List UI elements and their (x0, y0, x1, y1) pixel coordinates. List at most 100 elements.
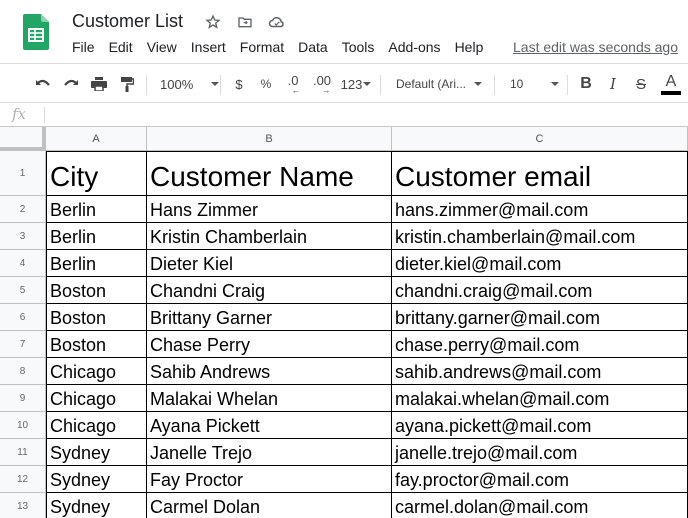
font-family-value: Default (Ari... (396, 77, 467, 91)
zoom-value: 100% (160, 76, 194, 92)
decrease-decimal-button[interactable]: .0 ← (283, 65, 303, 103)
row-header[interactable]: 13 (0, 493, 46, 518)
chevron-down-icon (474, 82, 483, 86)
table-cell[interactable]: sahib.andrews@mail.com (392, 358, 688, 385)
text-color-swatch (661, 90, 681, 95)
percent-format-button[interactable]: % (257, 65, 275, 103)
table-cell[interactable]: dieter.kiel@mail.com (392, 250, 688, 277)
header-cell[interactable]: Customer Name (147, 151, 392, 196)
star-icon[interactable] (203, 12, 223, 32)
row-header[interactable]: 11 (0, 439, 46, 466)
row-header[interactable]: 2 (0, 196, 46, 223)
column-header-c[interactable]: C (392, 127, 688, 151)
table-cell[interactable]: brittany.garner@mail.com (392, 304, 688, 331)
row-header[interactable]: 4 (0, 250, 46, 277)
table-cell[interactable]: Boston (46, 304, 147, 331)
table-cell[interactable]: Sahib Andrews (147, 358, 392, 385)
more-formats-label: 123 (340, 76, 363, 92)
table-cell[interactable]: Chicago (46, 412, 147, 439)
chevron-down-icon (551, 82, 560, 86)
menu-tools[interactable]: Tools (342, 39, 375, 55)
print-icon (91, 77, 107, 91)
formula-input[interactable] (50, 103, 688, 127)
row-header[interactable]: 5 (0, 277, 46, 304)
undo-icon (36, 79, 50, 86)
table-cell[interactable]: Berlin (46, 196, 147, 223)
row-header[interactable]: 9 (0, 385, 46, 412)
zoom-select[interactable]: 100% (160, 65, 220, 103)
table-cell[interactable]: Sydney (46, 466, 147, 493)
undo-button[interactable] (33, 65, 53, 103)
table-cell[interactable]: chandni.craig@mail.com (392, 277, 688, 304)
table-cell[interactable]: carmel.dolan@mail.com (392, 493, 688, 518)
table-cell[interactable]: Chicago (46, 385, 147, 412)
table-cell[interactable]: hans.zimmer@mail.com (392, 196, 688, 223)
menu-format[interactable]: Format (240, 39, 284, 55)
table-cell[interactable]: Janelle Trejo (147, 439, 392, 466)
menu-addons[interactable]: Add-ons (388, 39, 440, 55)
header-cell[interactable]: City (46, 151, 147, 196)
table-cell[interactable]: Ayana Pickett (147, 412, 392, 439)
more-formats-button[interactable]: 123 (340, 65, 372, 103)
table-cell[interactable]: Boston (46, 277, 147, 304)
table-cell[interactable]: kristin.chamberlain@mail.com (392, 223, 688, 250)
font-family-select[interactable]: Default (Ari... (396, 65, 488, 103)
menu-help[interactable]: Help (455, 39, 484, 55)
table-cell[interactable]: Berlin (46, 250, 147, 277)
row-header[interactable]: 6 (0, 304, 46, 331)
row-header[interactable]: 8 (0, 358, 46, 385)
table-cell[interactable]: Sydney (46, 439, 147, 466)
table-cell[interactable]: Hans Zimmer (147, 196, 392, 223)
text-color-button[interactable]: A (660, 65, 682, 103)
table-cell[interactable]: Berlin (46, 223, 147, 250)
italic-button[interactable]: I (604, 65, 622, 103)
table-cell[interactable]: Brittany Garner (147, 304, 392, 331)
table-cell[interactable]: Malakai Whelan (147, 385, 392, 412)
table-cell[interactable]: Carmel Dolan (147, 493, 392, 518)
table-cell[interactable]: Sydney (46, 493, 147, 518)
row-header[interactable]: 3 (0, 223, 46, 250)
font-size-value: 10 (510, 77, 524, 91)
paint-format-button[interactable] (117, 65, 137, 103)
table-cell[interactable]: Dieter Kiel (147, 250, 392, 277)
formula-divider (44, 107, 45, 123)
menu-insert[interactable]: Insert (191, 39, 226, 55)
table-cell[interactable]: Fay Proctor (147, 466, 392, 493)
select-all-corner[interactable] (0, 127, 46, 151)
table-cell[interactable]: fay.proctor@mail.com (392, 466, 688, 493)
row-header[interactable]: 12 (0, 466, 46, 493)
table-cell[interactable]: Chandni Craig (147, 277, 392, 304)
table-cell[interactable]: Boston (46, 331, 147, 358)
print-button[interactable] (89, 65, 109, 103)
redo-button[interactable] (61, 65, 81, 103)
table-cell[interactable]: chase.perry@mail.com (392, 331, 688, 358)
header: Customer List File Edit View Insert Form… (0, 0, 688, 64)
font-size-select[interactable]: 10 (510, 65, 568, 103)
menu-file[interactable]: File (72, 39, 95, 55)
table-cell[interactable]: Chase Perry (147, 331, 392, 358)
arrow-right-icon: → (321, 85, 331, 95)
menu-edit[interactable]: Edit (109, 39, 133, 55)
table-cell[interactable]: malakai.whelan@mail.com (392, 385, 688, 412)
column-header-a[interactable]: A (46, 127, 147, 151)
menu-view[interactable]: View (147, 39, 177, 55)
menu-data[interactable]: Data (298, 39, 328, 55)
currency-format-button[interactable]: $ (230, 65, 248, 103)
table-cell[interactable]: janelle.trejo@mail.com (392, 439, 688, 466)
document-title[interactable]: Customer List (72, 11, 183, 32)
row-header[interactable]: 10 (0, 412, 46, 439)
header-cell[interactable]: Customer email (392, 151, 688, 196)
table-cell[interactable]: ayana.pickett@mail.com (392, 412, 688, 439)
increase-decimal-button[interactable]: .00 → (310, 65, 334, 103)
strikethrough-button[interactable]: S (632, 65, 650, 103)
move-folder-icon[interactable] (235, 12, 255, 32)
last-edit-link[interactable]: Last edit was seconds ago (513, 39, 678, 55)
table-cell[interactable]: Kristin Chamberlain (147, 223, 392, 250)
sheets-logo-icon[interactable] (23, 14, 49, 50)
row-header[interactable]: 1 (0, 151, 46, 196)
table-cell[interactable]: Chicago (46, 358, 147, 385)
cloud-saved-icon[interactable] (267, 12, 287, 32)
column-header-b[interactable]: B (147, 127, 392, 151)
row-header[interactable]: 7 (0, 331, 46, 358)
bold-button[interactable]: B (577, 65, 595, 103)
